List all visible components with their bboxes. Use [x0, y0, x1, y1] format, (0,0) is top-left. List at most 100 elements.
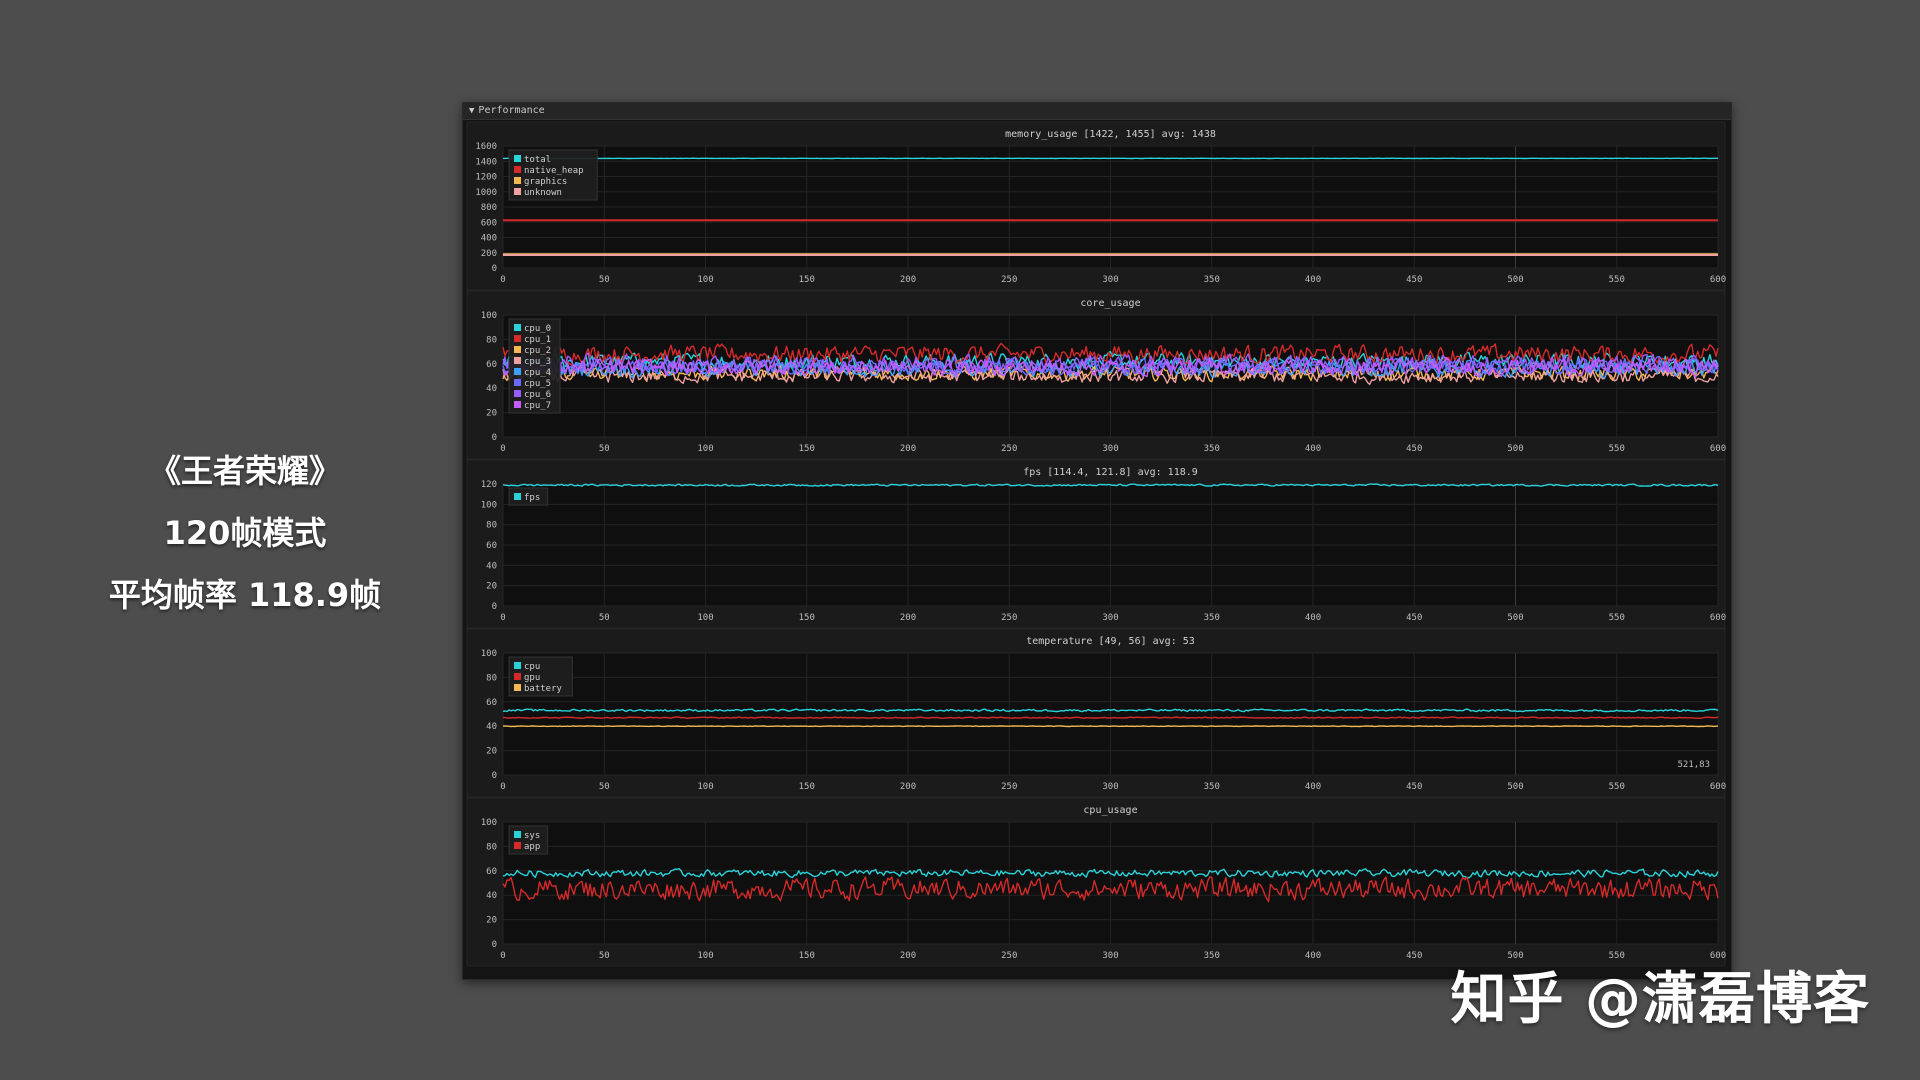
caption-block: 《王者荣耀》 120帧模式 平均帧率 118.9帧: [40, 440, 450, 626]
legend-swatch: [514, 368, 521, 375]
x-tick-label: 0: [500, 613, 505, 623]
y-tick-label: 20: [486, 409, 497, 419]
chart-panel-0: memory_usage [1422, 1455] avg: 1438 0 50 10…: [466, 121, 1726, 291]
y-tick-label: 80: [486, 673, 497, 683]
legend-swatch: [514, 188, 521, 195]
x-tick-label: 250: [1001, 444, 1017, 454]
x-tick-label: 100: [697, 275, 713, 285]
x-tick-label: 50: [599, 613, 610, 623]
x-tick-label: 550: [1609, 782, 1625, 792]
chart-panel-1: core_usage0 50 100 150 200 250 300 350 400 450 500…: [466, 290, 1726, 460]
x-tick-label: 450: [1406, 951, 1422, 961]
legend: sysapp: [508, 825, 549, 855]
x-tick-label: 400: [1305, 275, 1321, 285]
legend-swatch: [514, 684, 521, 691]
caption-average-fps: 平均帧率 118.9帧: [108, 576, 382, 614]
x-tick-label: 600: [1710, 782, 1726, 792]
y-tick-label: 20: [486, 582, 497, 592]
legend-entry: cpu: [524, 662, 540, 672]
legend-entry: cpu_4: [524, 368, 551, 378]
y-tick-label: 40: [486, 561, 497, 571]
x-tick-label: 600: [1710, 275, 1726, 285]
x-tick-label: 100: [697, 951, 713, 961]
x-tick-label: 100: [697, 613, 713, 623]
legend-entry: total: [524, 155, 551, 165]
x-tick-label: 600: [1710, 444, 1726, 454]
x-tick-label: 150: [799, 275, 815, 285]
x-tick-label: 0: [500, 951, 505, 961]
caption-fps-mode: 120帧模式: [163, 514, 327, 552]
legend-entry: cpu_7: [524, 401, 551, 411]
x-tick-label: 250: [1001, 951, 1017, 961]
x-tick-label: 350: [1204, 613, 1220, 623]
legend-swatch: [514, 831, 521, 838]
y-tick-label: 1000: [475, 188, 497, 198]
y-tick-label: 20: [486, 747, 497, 757]
legend-entry: cpu_0: [524, 324, 551, 334]
x-tick-label: 100: [697, 444, 713, 454]
x-tick-label: 50: [599, 444, 610, 454]
legend-swatch: [514, 177, 521, 184]
legend: cpu_0cpu_1cpu_2cpu_3cpu_4cpu_5cpu_6cpu_7: [508, 318, 561, 414]
legend-swatch: [514, 390, 521, 397]
x-tick-label: 50: [599, 951, 610, 961]
x-tick-label: 300: [1102, 444, 1118, 454]
triangle-down-icon[interactable]: ▼: [469, 103, 474, 119]
x-tick-label: 200: [900, 782, 916, 792]
x-tick-label: 600: [1710, 613, 1726, 623]
x-tick-label: 550: [1609, 275, 1625, 285]
y-tick-label: 1400: [475, 157, 497, 167]
legend-entry: battery: [524, 684, 563, 694]
legend: fps: [508, 487, 549, 506]
y-tick-label: 60: [486, 867, 497, 877]
series-line-battery: [502, 725, 1719, 728]
x-tick-label: 550: [1609, 613, 1625, 623]
chart-panel-3: temperature [49, 56] avg: 530 50 100 150 200…: [466, 628, 1726, 798]
y-tick-label: 40: [486, 722, 497, 732]
y-tick-label: 0: [492, 940, 497, 950]
x-tick-label: 400: [1305, 613, 1321, 623]
legend-swatch: [514, 662, 521, 669]
y-tick-label: 100: [481, 818, 497, 828]
y-tick-label: 80: [486, 335, 497, 345]
x-tick-label: 300: [1102, 613, 1118, 623]
legend-swatch: [514, 346, 521, 353]
legend-swatch: [514, 379, 521, 386]
x-tick-label: 50: [599, 275, 610, 285]
x-tick-label: 350: [1204, 275, 1220, 285]
x-tick-label: 0: [500, 782, 505, 792]
y-tick-label: 600: [481, 218, 497, 228]
x-tick-label: 500: [1507, 782, 1523, 792]
performance-header[interactable]: ▼ Performance: [463, 103, 1731, 120]
legend-entry: cpu_1: [524, 335, 551, 345]
y-tick-label: 1600: [475, 142, 497, 152]
x-tick-label: 400: [1305, 444, 1321, 454]
x-tick-label: 200: [900, 275, 916, 285]
x-tick-label: 150: [799, 951, 815, 961]
x-tick-label: 400: [1305, 782, 1321, 792]
legend-entry: app: [524, 842, 540, 852]
x-tick-label: 100: [697, 782, 713, 792]
y-tick-label: 1200: [475, 173, 497, 183]
watermark: 知乎 @潇磊博客: [1450, 967, 1870, 1032]
y-tick-label: 400: [481, 234, 497, 244]
chart-title: memory_usage [1422, 1455] avg: 1438: [1005, 129, 1216, 140]
legend-entry: gpu: [524, 673, 540, 683]
y-tick-label: 40: [486, 384, 497, 394]
legend-swatch: [514, 842, 521, 849]
plots-area: memory_usage [1422, 1455] avg: 1438 0 50 10…: [466, 121, 1726, 967]
x-tick-label: 150: [799, 444, 815, 454]
legend: totalnative_heapgraphicsunknown: [508, 149, 598, 201]
legend-entry: unknown: [524, 188, 562, 198]
x-tick-label: 0: [500, 444, 505, 454]
x-tick-label: 500: [1507, 444, 1523, 454]
y-tick-label: 20: [486, 916, 497, 926]
legend-entry: fps: [524, 493, 540, 503]
legend: cpugpubattery: [508, 656, 573, 697]
x-tick-label: 350: [1204, 444, 1220, 454]
y-tick-label: 0: [492, 433, 497, 443]
chart-title: temperature [49, 56] avg: 53: [1026, 636, 1195, 647]
window-title: Performance: [478, 105, 545, 116]
x-tick-label: 350: [1204, 951, 1220, 961]
legend-entry: cpu_6: [524, 390, 551, 400]
